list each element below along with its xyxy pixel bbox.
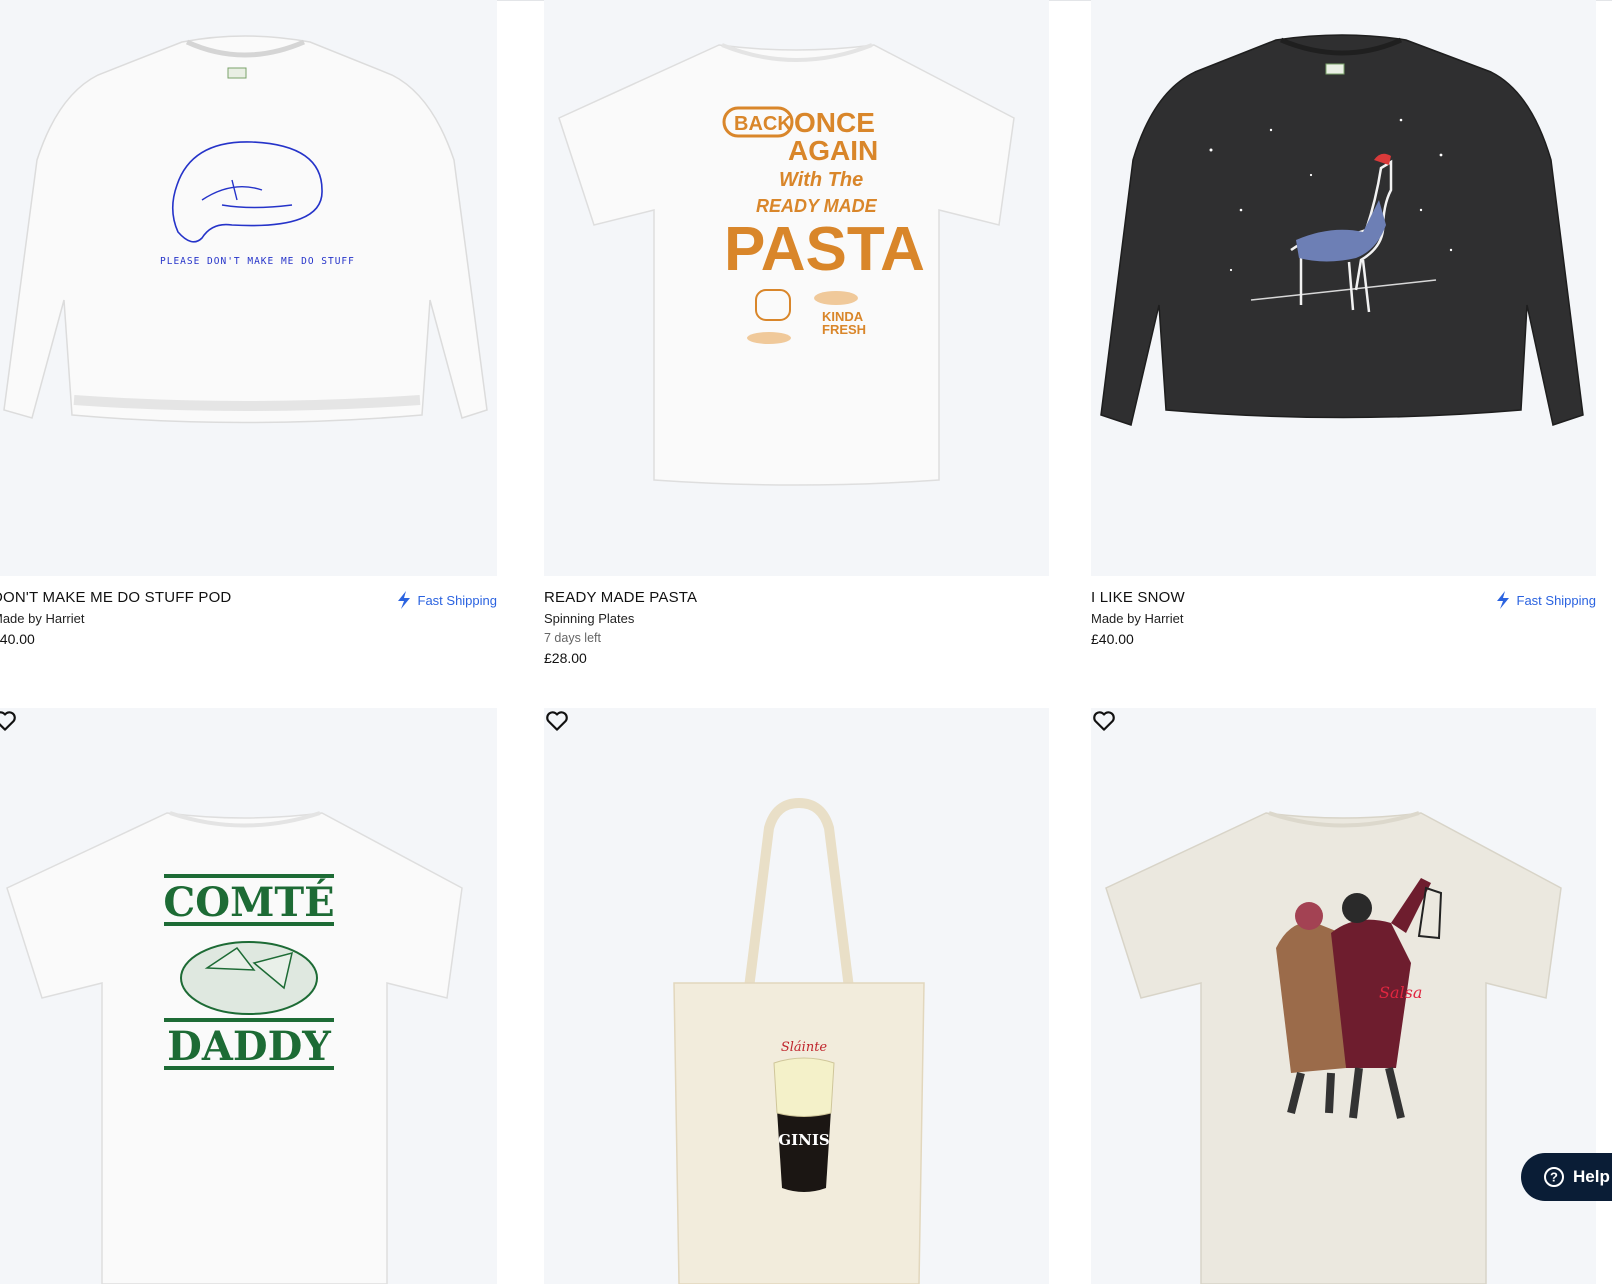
question-icon: ? [1544,1167,1564,1187]
days-left-label: 7 days left [544,631,601,645]
fast-shipping-label: Fast Shipping [1516,592,1597,608]
print-again: AGAIN [788,135,878,166]
print-script: Salsa [1379,983,1422,1002]
fast-shipping-badge[interactable]: Fast Shipping [1495,590,1597,610]
product-price: £40.00 [1091,631,1134,647]
product-maker[interactable]: Made by Harriet [0,611,497,627]
lightning-icon [1496,591,1509,609]
fast-shipping-badge[interactable]: Fast Shipping [396,590,498,610]
svg-text:?: ? [1550,1170,1558,1185]
print-bottom: DADDY [167,1023,331,1070]
print-top: COMTÉ [163,879,334,926]
product-price: £28.00 [544,650,587,666]
product-card-i-like-snow[interactable]: I LIKE SNOW Made by Harriet £40.00 Fast … [1091,0,1596,648]
product-card-salsa[interactable]: Salsa [1091,708,1596,1284]
product-image[interactable]: Sláinte GINIS [544,708,1049,1284]
print-text: PLEASE DON'T MAKE ME DO STUFF [160,256,355,267]
product-title[interactable]: READY MADE PASTA [544,589,1049,607]
print-glass: GINIS [778,1131,829,1149]
heart-icon[interactable] [0,708,18,734]
print-fresh: FRESH [822,322,866,337]
print-with: With The [779,169,863,191]
product-maker[interactable]: Spinning Plates [544,611,1049,627]
help-button[interactable]: ? Help [1521,1153,1612,1201]
comte-tshirt-illustration: COMTÉ DADDY [6,811,463,1284]
black-sweatshirt-illustration [1100,34,1584,426]
print-back: BACK [734,113,792,135]
product-image[interactable]: PLEASE DON'T MAKE ME DO STUFF [0,0,497,576]
pasta-tshirt-illustration: BACK ONCE AGAIN With The READY MADE PAST… [558,43,1015,486]
product-card-dont-make-me[interactable]: PLEASE DON'T MAKE ME DO STUFF DON'T MAKE… [0,0,497,648]
product-price: £40.00 [0,631,35,647]
fast-shipping-label: Fast Shipping [417,592,498,608]
product-image[interactable] [1091,0,1596,576]
print-ready: READY MADE [756,196,878,216]
print-pasta: PASTA [724,215,925,284]
help-label: Help [1573,1167,1610,1186]
product-card-slainte-tote[interactable]: Sláinte GINIS [544,708,1049,1284]
product-image[interactable]: COMTÉ DADDY [0,708,497,1284]
print-script: Sláinte [781,1040,828,1055]
product-maker[interactable]: Made by Harriet [1091,611,1596,627]
print-once: ONCE [794,107,875,138]
lightning-icon [397,591,410,609]
product-image[interactable]: BACK ONCE AGAIN With The READY MADE PAST… [544,0,1049,576]
tote-bag-illustration: Sláinte GINIS [673,797,925,1284]
white-sweatshirt-illustration: PLEASE DON'T MAKE ME DO STUFF [3,35,488,424]
product-image[interactable]: Salsa [1091,708,1596,1284]
product-card-ready-made-pasta[interactable]: BACK ONCE AGAIN With The READY MADE PAST… [544,0,1049,667]
salsa-tshirt-illustration: Salsa [1105,811,1562,1284]
heart-icon[interactable] [1091,708,1117,734]
heart-icon[interactable] [544,708,570,734]
product-card-comte-daddy[interactable]: COMTÉ DADDY [0,708,497,1284]
